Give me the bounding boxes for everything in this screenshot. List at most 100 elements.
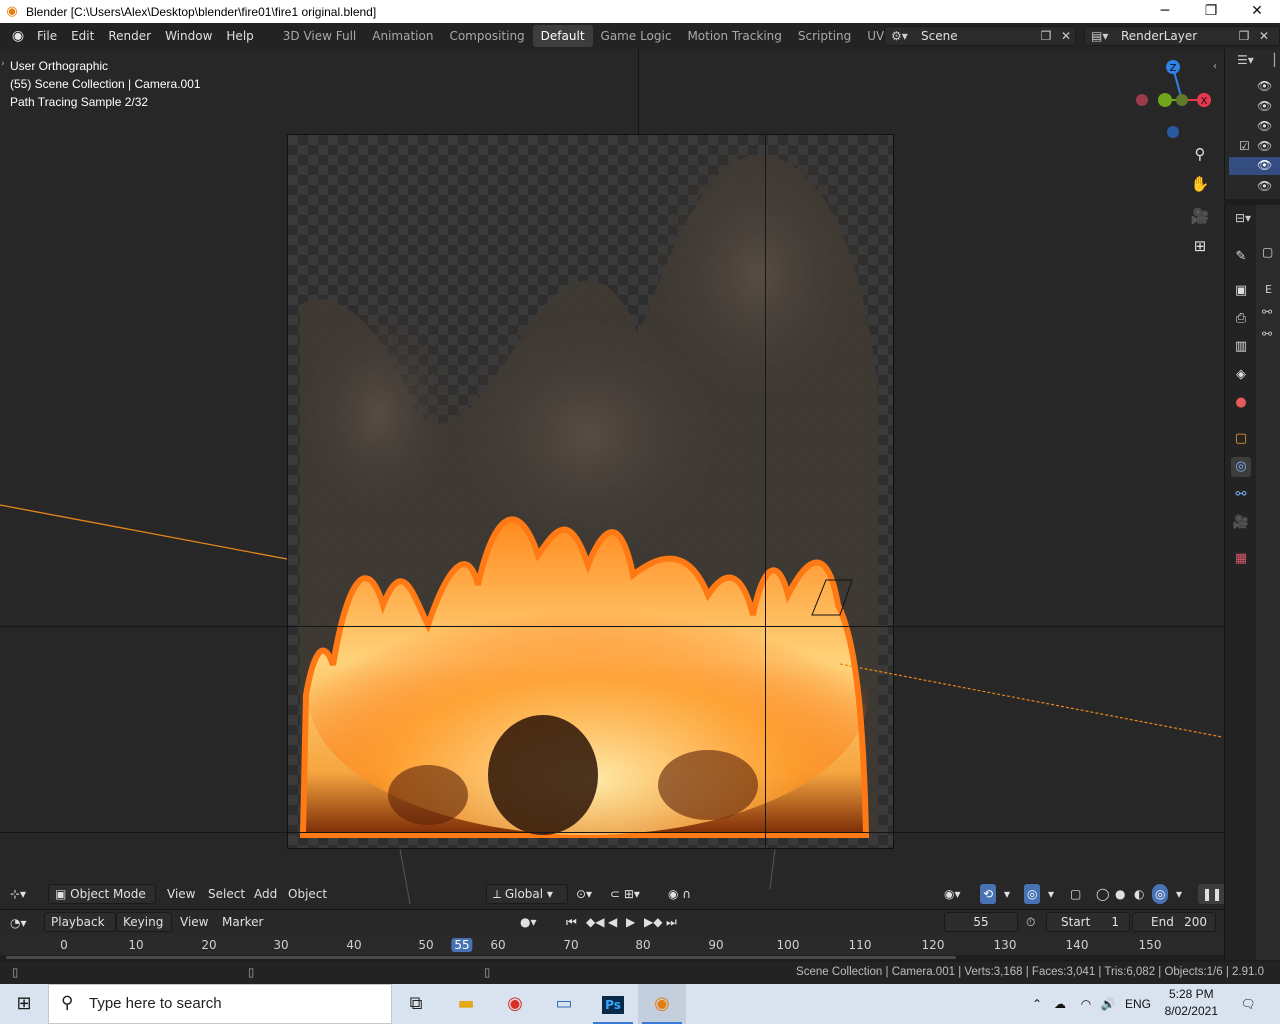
menu-file[interactable]: File (30, 25, 64, 47)
language-indicator[interactable]: ENG (1122, 984, 1154, 1024)
world-tab-icon[interactable]: ● (1231, 393, 1251, 413)
gizmo-toggle-icon[interactable]: ⟲ (980, 884, 997, 904)
toolbar-expand-icon[interactable]: › (1, 59, 5, 69)
shading-dropdown-icon[interactable]: ▾ (1176, 884, 1182, 904)
eye-icon[interactable]: 👁 (1257, 79, 1272, 93)
timeline-editor-type-icon[interactable]: ◔▾ (10, 913, 27, 933)
menu-select[interactable]: Select (208, 884, 245, 904)
eye-icon[interactable]: 👁 (1257, 179, 1272, 193)
jump-end-icon[interactable]: ⏭ (666, 912, 677, 932)
prev-keyframe-icon[interactable]: ◆◀ (586, 912, 604, 932)
tab-game-logic[interactable]: Game Logic (593, 25, 680, 47)
transform-orientation-dropdown[interactable]: ⟂ Global ▾ (486, 884, 568, 904)
minimize-button[interactable]: ─ (1142, 0, 1188, 23)
menu-add[interactable]: Add (254, 884, 277, 904)
copy-scene-icon[interactable]: ❐ (1037, 27, 1055, 45)
eye-icon[interactable]: 👁 (1257, 139, 1272, 153)
menu-view[interactable]: View (167, 884, 195, 904)
pan-hand-icon[interactable]: ✋ (1188, 172, 1212, 196)
copy-view-layer-icon[interactable]: ❐ (1235, 27, 1253, 45)
tray-overflow-icon[interactable]: ⌃ (1028, 984, 1046, 1024)
current-frame-indicator[interactable]: 55 (451, 938, 473, 952)
notifications-icon[interactable]: 🗨 (1236, 984, 1260, 1024)
properties-pin-icon[interactable]: ▢ (1262, 245, 1273, 259)
overlays-dropdown-icon[interactable]: ▾ (1048, 884, 1054, 904)
record-button[interactable]: ●▾ (520, 912, 537, 932)
wireframe-shading-icon[interactable]: ◯ (1096, 884, 1109, 904)
scene-tab-icon[interactable]: ◈ (1231, 365, 1251, 385)
wifi-icon[interactable]: ◠ (1076, 984, 1096, 1024)
overlays-toggle-icon[interactable]: ◎ (1024, 884, 1041, 904)
current-frame-field[interactable]: 55 (944, 912, 1018, 932)
object-mode-dropdown[interactable]: ▣ Object Mode ▾ (48, 884, 156, 909)
rendered-shading-icon[interactable]: ◎ (1152, 884, 1169, 904)
outliner-display-mode-icon[interactable]: ☰▾ (1237, 53, 1254, 67)
tab-compositing[interactable]: Compositing (441, 25, 532, 47)
editor-type-icon[interactable]: ⊹▾ (10, 884, 26, 904)
proportional-edit-icon[interactable]: ◉ ∩ (668, 884, 691, 904)
solid-shading-icon[interactable]: ● (1115, 884, 1125, 904)
chrome-icon[interactable]: ◉ (491, 984, 539, 1024)
texture-tab-icon[interactable]: ▦ (1231, 549, 1251, 569)
end-frame-field[interactable]: End 200 (1132, 912, 1216, 932)
start-button-icon[interactable]: ⊞ (0, 984, 48, 1024)
properties-item-icon[interactable]: ⚯ (1262, 305, 1272, 319)
tab-scripting[interactable]: Scripting (790, 25, 859, 47)
properties-item-icon[interactable]: ⚯ (1262, 327, 1272, 341)
next-keyframe-icon[interactable]: ▶◆ (644, 912, 662, 932)
playback-menu[interactable]: Playback ▾ (44, 912, 116, 947)
view-layer-selector[interactable]: ▤▾ RenderLayer ❐ ✕ (1084, 26, 1280, 46)
camera-view-icon[interactable]: 🎥 (1188, 204, 1212, 228)
volume-icon[interactable]: 🔊 (1098, 984, 1118, 1024)
blender-taskbar-icon[interactable]: ◉ (638, 984, 686, 1024)
onedrive-icon[interactable]: ☁ (1050, 984, 1070, 1024)
object-data-tab-icon[interactable]: 🎥 (1231, 513, 1251, 533)
blender-menu-icon[interactable]: ◉ (6, 28, 30, 44)
close-button[interactable]: ✕ (1234, 0, 1280, 23)
tab-default[interactable]: Default (532, 25, 593, 47)
timeline-menu-marker[interactable]: Marker (222, 912, 263, 932)
pivot-point-icon[interactable]: ⊙▾ (576, 884, 592, 904)
taskbar-clock[interactable]: 5:28 PM 8/02/2021 (1165, 986, 1218, 1020)
start-frame-field[interactable]: Start 1 (1046, 912, 1130, 932)
zoom-icon[interactable]: ⚲ (1188, 142, 1212, 166)
render-tab-icon[interactable]: ▣ (1231, 281, 1251, 301)
timeline-scrollbar[interactable] (0, 955, 1224, 960)
task-view-icon[interactable]: ⧉ (392, 984, 440, 1024)
photoshop-icon[interactable]: Ps (589, 984, 637, 1024)
remove-scene-icon[interactable]: ✕ (1057, 27, 1075, 45)
eye-icon[interactable]: 👁 (1257, 158, 1272, 172)
visibility-icon[interactable]: ◉▾ (944, 884, 961, 904)
file-explorer-icon[interactable]: ▬ (442, 984, 490, 1024)
jump-start-icon[interactable]: ⏮ (566, 912, 577, 932)
menu-object[interactable]: Object (288, 884, 327, 904)
3d-viewport[interactable]: User Orthographic (55) Scene Collection … (0, 49, 1224, 909)
gizmo-dropdown-icon[interactable]: ▾ (1004, 884, 1010, 904)
physics-tab-icon[interactable]: ◎ (1231, 457, 1251, 477)
play-icon[interactable]: ▶ (626, 912, 635, 932)
timeline-menu-view[interactable]: View (180, 912, 208, 932)
pause-render-button[interactable]: ❚❚ (1198, 884, 1224, 904)
grid-toggle-icon[interactable]: ⊞ (1188, 234, 1212, 258)
outliner-selected-row[interactable]: 👁 (1229, 157, 1280, 175)
output-tab-icon[interactable]: ⎙ (1231, 309, 1251, 329)
object-tab-icon[interactable]: ▢ (1231, 429, 1251, 449)
tab-animation[interactable]: Animation (364, 25, 441, 47)
remove-view-layer-icon[interactable]: ✕ (1255, 27, 1273, 45)
constraints-tab-icon[interactable]: ⚯ (1231, 485, 1251, 505)
taskbar-search[interactable]: ⚲ Type here to search (48, 984, 392, 1024)
scene-selector[interactable]: ⚙▾ Scene ❐ ✕ (884, 26, 1076, 46)
menu-help[interactable]: Help (219, 25, 260, 47)
preview-range-icon[interactable]: ⏱ (1026, 912, 1035, 932)
xray-toggle-icon[interactable]: ▢ (1070, 884, 1081, 904)
checkbox-icon[interactable]: ☑ (1239, 139, 1250, 153)
tab-motion-tracking[interactable]: Motion Tracking (679, 25, 789, 47)
eye-icon[interactable]: 👁 (1257, 119, 1272, 133)
view-layer-tab-icon[interactable]: ▥ (1231, 337, 1251, 357)
properties-editor-type-icon[interactable]: ⊟▾ (1235, 211, 1251, 225)
menu-edit[interactable]: Edit (64, 25, 101, 47)
navigation-gizmo[interactable]: Z X (1130, 55, 1214, 145)
eye-icon[interactable]: 👁 (1257, 99, 1272, 113)
snap-icon[interactable]: ⊂ ⊞▾ (610, 884, 640, 904)
frame-ruler[interactable]: 0 10 20 30 40 50 55 60 70 80 90 100 110 … (0, 935, 1224, 957)
